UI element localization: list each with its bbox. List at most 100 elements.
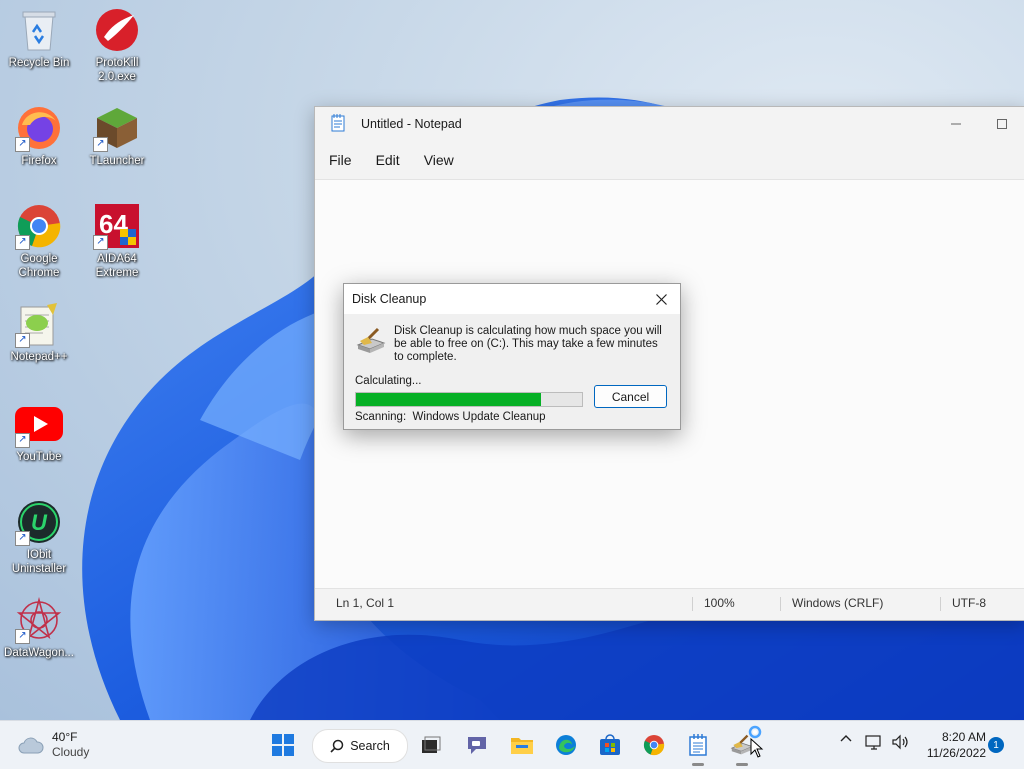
notepadpp-icon: ↗	[15, 300, 63, 348]
taskbar: 40°F Cloudy Search 8:20 AM 11/26/2022	[0, 720, 1024, 769]
cloud-icon	[18, 737, 44, 754]
dialog-body: Disk Cleanup is calculating how much spa…	[344, 314, 680, 428]
weather-temp: 40°F	[52, 730, 78, 744]
protokill-icon	[93, 6, 141, 54]
aida64-icon: 64 ↗	[93, 202, 141, 250]
datawagon-icon: ↗	[15, 596, 63, 644]
desktop-icon-iobit[interactable]: U ↗ IObit Uninstaller	[0, 498, 78, 576]
start-icon	[272, 734, 294, 756]
show-hidden-icons-button[interactable]	[838, 734, 854, 742]
close-icon	[655, 293, 667, 305]
menu-file[interactable]: File	[319, 148, 362, 172]
weather-desc: Cloudy	[52, 745, 90, 759]
desktop-icon-notepadpp[interactable]: ↗ Notepad++	[0, 300, 78, 364]
network-icon	[865, 735, 881, 750]
shortcut-arrow-icon: ↗	[15, 235, 30, 250]
busy-spinner-icon	[748, 725, 762, 739]
desktop-icon-recycle-bin[interactable]: Recycle Bin	[0, 6, 78, 70]
file-explorer-icon	[511, 738, 533, 754]
disk-cleanup-dialog: Disk Cleanup Disk Cleanup is calculating…	[343, 283, 681, 430]
start-button[interactable]	[267, 729, 299, 761]
weather-widget[interactable]: 40°F Cloudy	[18, 730, 89, 760]
teams-chat-icon	[468, 737, 486, 754]
desktop-icon-datawagon[interactable]: ↗ DataWagon...	[0, 596, 78, 660]
clock-time: 8:20 AM	[941, 730, 986, 744]
status-line-endings: Windows (CRLF)	[792, 596, 884, 610]
desktop-icon-firefox[interactable]: ↗ Firefox	[0, 104, 78, 168]
shortcut-arrow-icon: ↗	[15, 433, 30, 448]
disk-cleanup-icon	[356, 327, 386, 358]
volume-icon	[892, 734, 908, 750]
status-divider	[780, 597, 781, 611]
teams-chat-button[interactable]	[461, 729, 493, 761]
clock[interactable]: 8:20 AM 11/26/2022	[916, 729, 986, 761]
edge-button[interactable]	[550, 729, 582, 761]
file-explorer-button[interactable]	[506, 729, 538, 761]
cancel-button[interactable]: Cancel	[594, 385, 667, 408]
progress-bar	[355, 392, 583, 407]
iobit-icon: U ↗	[15, 498, 63, 546]
progress-fill	[356, 393, 542, 406]
calculating-label: Calculating...	[355, 375, 422, 387]
dialog-title-bar[interactable]: Disk Cleanup	[344, 284, 680, 314]
minimize-button[interactable]	[933, 107, 979, 141]
task-view-button[interactable]	[415, 729, 447, 761]
clock-date: 11/26/2022	[926, 746, 986, 760]
notepad-icon	[331, 113, 345, 135]
store-icon	[600, 734, 620, 755]
maximize-button[interactable]	[979, 107, 1024, 141]
menu-view[interactable]: View	[414, 148, 464, 172]
volume-button[interactable]	[890, 734, 910, 750]
edge-icon	[556, 735, 576, 755]
svg-text:U: U	[31, 510, 48, 535]
shortcut-arrow-icon: ↗	[93, 137, 108, 152]
chrome-taskbar-button[interactable]	[638, 729, 670, 761]
dialog-title: Disk Cleanup	[352, 292, 427, 306]
mouse-cursor-icon	[750, 738, 764, 758]
desktop-icon-aida64[interactable]: 64 ↗ AIDA64 Extreme	[78, 202, 156, 280]
shortcut-arrow-icon: ↗	[15, 629, 30, 644]
desktop-icon-tlauncher[interactable]: ↗ TLauncher	[78, 104, 156, 168]
status-zoom: 100%	[704, 596, 735, 610]
status-bar: Ln 1, Col 1 100% Windows (CRLF) UTF-8	[315, 588, 1024, 620]
status-encoding: UTF-8	[952, 596, 986, 610]
firefox-icon: ↗	[15, 104, 63, 152]
menu-edit[interactable]: Edit	[366, 148, 410, 172]
chrome-icon: ↗	[15, 202, 63, 250]
shortcut-arrow-icon: ↗	[15, 333, 30, 348]
shortcut-arrow-icon: ↗	[93, 235, 108, 250]
window-title: Untitled - Notepad	[361, 117, 462, 131]
close-button[interactable]	[650, 289, 672, 309]
status-divider	[940, 597, 941, 611]
running-indicator	[692, 763, 704, 766]
search-label: Search	[350, 739, 390, 753]
store-button[interactable]	[594, 729, 626, 761]
network-button[interactable]	[864, 734, 884, 750]
search-icon	[330, 739, 344, 753]
desktop-icon-youtube[interactable]: ↗ YouTube	[0, 400, 78, 464]
running-indicator	[736, 763, 748, 766]
minimize-icon	[951, 123, 961, 125]
scanning-item: Windows Update Cleanup	[412, 411, 546, 423]
menu-bar: File Edit View	[315, 141, 1024, 179]
maximize-icon	[997, 119, 1007, 129]
status-cursor-position: Ln 1, Col 1	[336, 596, 395, 610]
chrome-icon	[643, 734, 665, 756]
desktop-icon-chrome[interactable]: ↗ Google Chrome	[0, 202, 78, 280]
scanning-status: Scanning: Windows Update Cleanup	[355, 411, 546, 423]
notification-badge[interactable]: 1	[988, 737, 1004, 753]
search-button[interactable]: Search	[312, 729, 408, 763]
notepad-taskbar-button[interactable]	[682, 729, 714, 766]
dialog-message: Disk Cleanup is calculating how much spa…	[394, 325, 662, 363]
notepad-icon	[689, 734, 707, 756]
recycle-bin-icon	[15, 6, 63, 54]
desktop-icon-protokill[interactable]: ProtoKill 2.0.exe	[78, 6, 156, 84]
task-view-icon	[422, 736, 441, 753]
tlauncher-icon: ↗	[93, 104, 141, 152]
shortcut-arrow-icon: ↗	[15, 531, 30, 546]
scanning-label: Scanning:	[355, 411, 407, 423]
shortcut-arrow-icon: ↗	[15, 137, 30, 152]
youtube-icon: ↗	[15, 400, 63, 448]
status-divider	[692, 597, 693, 611]
notepad-title-bar[interactable]: Untitled - Notepad	[315, 107, 1024, 141]
